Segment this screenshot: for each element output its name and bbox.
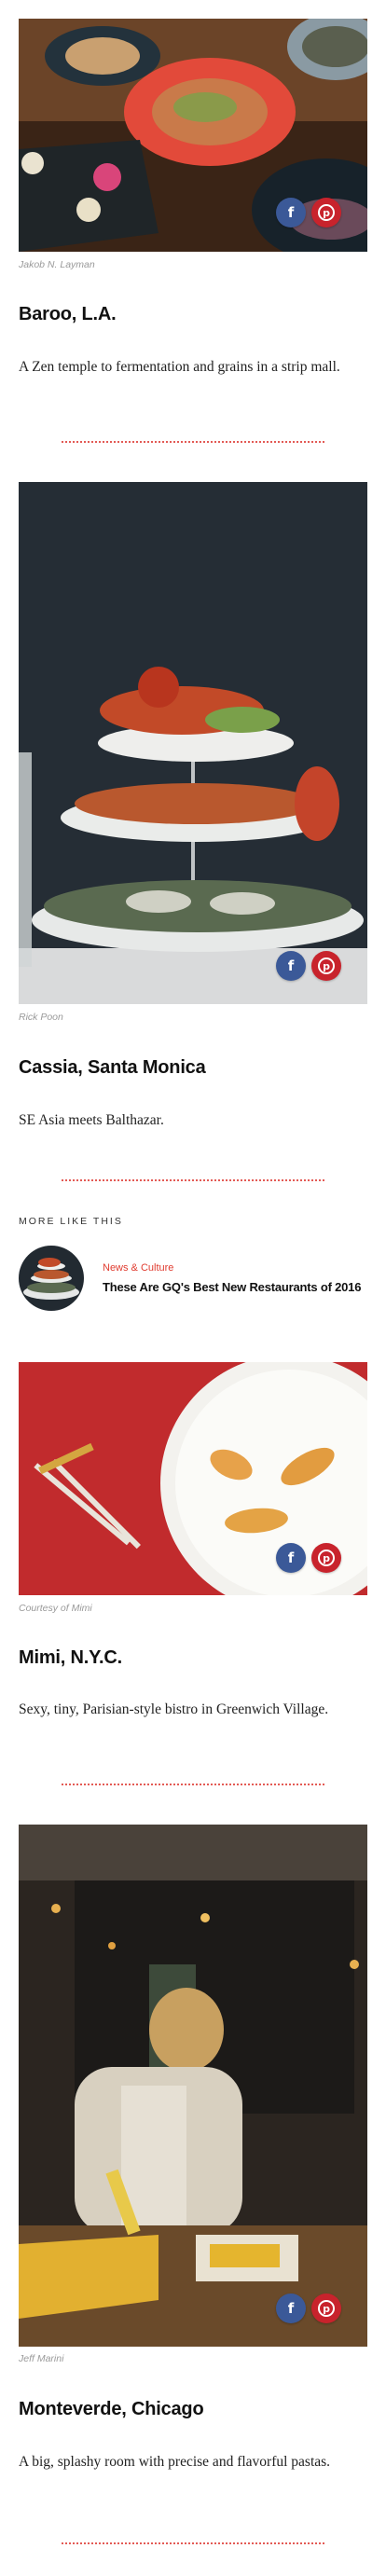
pinterest-icon: p <box>318 204 335 221</box>
pinterest-share-button[interactable]: p <box>311 198 341 227</box>
restaurant-title: Baroo, L.A. <box>19 304 117 324</box>
restaurant-title: Monteverde, Chicago <box>19 2399 204 2419</box>
more-like-this-label: MORE LIKE THIS <box>19 1216 123 1227</box>
pinterest-icon: p <box>318 957 335 974</box>
restaurant-description: A big, splashy room with precise and fla… <box>19 2454 331 2470</box>
facebook-share-button[interactable]: f <box>276 198 306 227</box>
pinterest-share-button[interactable]: p <box>311 951 341 981</box>
section-divider <box>62 1784 324 1785</box>
section-divider <box>62 441 324 443</box>
monteverde-share-buttons: f p <box>276 2294 341 2323</box>
facebook-icon: f <box>287 2300 295 2317</box>
restaurant-description: SE Asia meets Balthazar. <box>19 1112 164 1128</box>
section-divider <box>62 1179 324 1181</box>
photo-credit: Courtesy of Mimi <box>19 1603 92 1614</box>
photo-credit: Rick Poon <box>19 1012 63 1023</box>
restaurant-description: Sexy, tiny, Parisian-style bistro in Gre… <box>19 1701 329 1717</box>
cassia-photo <box>19 482 367 1004</box>
facebook-share-button[interactable]: f <box>276 1543 306 1573</box>
pinterest-share-button[interactable]: p <box>311 2294 341 2323</box>
related-article-thumbnail[interactable] <box>19 1246 84 1311</box>
related-article-category[interactable]: News & Culture <box>103 1262 173 1274</box>
pinterest-icon: p <box>318 1550 335 1566</box>
baroo-share-buttons: f p <box>276 198 341 227</box>
facebook-share-button[interactable]: f <box>276 2294 306 2323</box>
cassia-share-buttons: f p <box>276 951 341 981</box>
section-divider <box>62 2542 324 2544</box>
facebook-share-button[interactable]: f <box>276 951 306 981</box>
mimi-share-buttons: f p <box>276 1543 341 1573</box>
restaurant-description: A Zen temple to fermentation and grains … <box>19 359 340 375</box>
photo-credit: Jeff Marini <box>19 2353 64 2364</box>
facebook-icon: f <box>287 204 295 221</box>
facebook-icon: f <box>287 1550 295 1566</box>
pinterest-icon: p <box>318 2300 335 2317</box>
related-article-headline[interactable]: These Are GQ's Best New Restaurants of 2… <box>103 1280 361 1294</box>
facebook-icon: f <box>287 957 295 974</box>
restaurant-title: Cassia, Santa Monica <box>19 1057 206 1078</box>
restaurant-title: Mimi, N.Y.C. <box>19 1647 122 1668</box>
monteverde-photo <box>19 1825 367 2347</box>
photo-credit: Jakob N. Layman <box>19 259 95 270</box>
pinterest-share-button[interactable]: p <box>311 1543 341 1573</box>
